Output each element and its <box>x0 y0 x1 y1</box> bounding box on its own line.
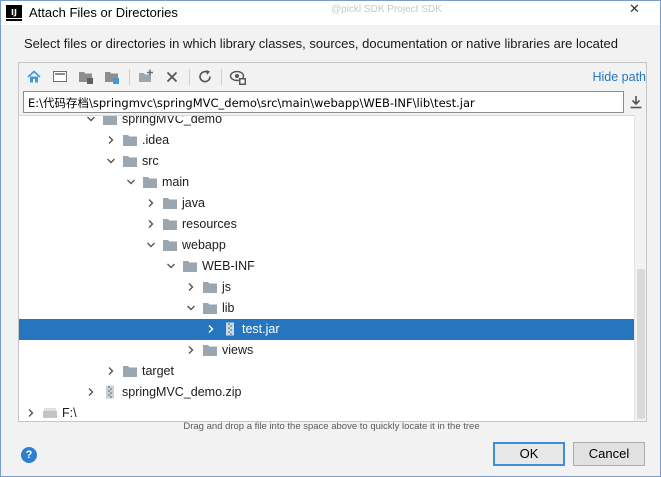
file-chooser-toolbar: Hide path <box>19 63 646 89</box>
tree-item-label: .idea <box>142 133 170 147</box>
folder-icon <box>163 219 177 230</box>
chevron-right-icon[interactable] <box>206 324 216 334</box>
folder-icon <box>123 156 137 167</box>
close-button[interactable]: ✕ <box>612 1 657 19</box>
chevron-down-icon[interactable] <box>186 303 196 313</box>
toolbar-separator <box>189 69 190 85</box>
chevron-right-icon[interactable] <box>106 366 116 376</box>
jar-archive-icon <box>226 322 234 336</box>
chevron-down-icon[interactable] <box>106 156 116 166</box>
toolbar-separator <box>221 69 222 85</box>
tree-item-label: js <box>222 280 232 294</box>
chevron-right-icon[interactable] <box>146 198 156 208</box>
chevron-down-icon[interactable] <box>86 115 96 124</box>
folder-icon <box>203 282 217 293</box>
drag-drop-hint: Drag and drop a file into the space abov… <box>183 421 480 432</box>
folder-icon <box>103 116 117 125</box>
path-input[interactable]: E:\代码存档\springmvc\springMVC_demo\src\mai… <box>23 91 624 113</box>
chevron-right-icon[interactable] <box>86 387 96 397</box>
help-button[interactable]: ? <box>21 447 37 463</box>
chevron-right-icon[interactable] <box>26 408 36 418</box>
chevron-right-icon[interactable] <box>186 345 196 355</box>
background-window-text: @pickl SDK Project SDK <box>331 4 442 15</box>
drive-icon <box>43 408 57 418</box>
ok-button[interactable]: OK <box>493 442 565 466</box>
folder-icon <box>163 240 177 251</box>
tree-row-views[interactable]: views <box>19 340 634 361</box>
chevron-down-icon[interactable] <box>126 177 136 187</box>
tree-row-main[interactable]: main <box>19 172 634 193</box>
scrollbar-thumb[interactable] <box>637 269 645 419</box>
tree-row-web-inf[interactable]: WEB-INF <box>19 256 634 277</box>
tree-item-label: src <box>142 154 159 168</box>
zip-archive-icon <box>106 385 114 399</box>
instruction-text: Select files or directories in which lib… <box>24 36 618 51</box>
tree-row-test-jar[interactable]: test.jar <box>19 319 634 340</box>
desktop-icon[interactable] <box>51 68 69 86</box>
tree-row-f[interactable]: F:\ <box>19 403 634 421</box>
folder-icon <box>123 135 137 146</box>
title-bar[interactable]: IJ Attach Files or Directories @pickl SD… <box>1 1 660 25</box>
tree-row-target[interactable]: target <box>19 361 634 382</box>
show-hidden-icon[interactable] <box>229 68 247 86</box>
tree-row-java[interactable]: java <box>19 193 634 214</box>
tree-item-label: views <box>222 343 254 357</box>
tree-item-label: lib <box>222 301 235 315</box>
tree-item-label: springMVC_demo <box>122 115 223 126</box>
tree-row-js[interactable]: js <box>19 277 634 298</box>
file-tree[interactable]: springMVC_demo .idea src main java resources w… <box>19 115 634 421</box>
tree-item-label: target <box>142 364 174 378</box>
module-folder-icon[interactable] <box>103 68 121 86</box>
tree-row-lib[interactable]: lib <box>19 298 634 319</box>
new-folder-icon[interactable] <box>137 68 155 86</box>
chevron-right-icon[interactable] <box>106 135 116 145</box>
tree-row-springmvc-demo[interactable]: springMVC_demo <box>19 115 634 130</box>
dialog-title: Attach Files or Directories <box>29 5 178 20</box>
folder-icon <box>183 261 197 272</box>
tree-item-label: resources <box>182 217 237 231</box>
folder-icon <box>143 177 157 188</box>
folder-icon <box>203 345 217 356</box>
folder-icon <box>123 366 137 377</box>
tree-item-label: webapp <box>182 238 226 252</box>
tree-item-label: java <box>182 196 205 210</box>
tree-row-resources[interactable]: resources <box>19 214 634 235</box>
path-row: E:\代码存档\springmvc\springMVC_demo\src\mai… <box>19 90 646 114</box>
chevron-right-icon[interactable] <box>186 282 196 292</box>
toolbar-separator <box>129 69 130 85</box>
tree-item-label: springMVC_demo.zip <box>122 385 242 399</box>
tree-item-label: F:\ <box>62 406 77 420</box>
intellij-app-icon: IJ <box>6 5 22 21</box>
tree-scrollbar[interactable] <box>634 115 646 421</box>
refresh-icon[interactable] <box>196 68 214 86</box>
delete-icon[interactable] <box>163 68 181 86</box>
attach-files-dialog: IJ Attach Files or Directories @pickl SD… <box>0 0 661 477</box>
tree-row-webapp[interactable]: webapp <box>19 235 634 256</box>
tree-row-idea[interactable]: .idea <box>19 130 634 151</box>
tree-item-label: main <box>162 175 190 189</box>
tree-row-springmvc-demo-zip[interactable]: springMVC_demo.zip <box>19 382 634 403</box>
chevron-down-icon[interactable] <box>146 240 156 250</box>
chevron-down-icon[interactable] <box>166 261 176 271</box>
download-icon[interactable] <box>628 94 644 110</box>
folder-icon <box>203 303 217 314</box>
cancel-button[interactable]: Cancel <box>573 442 645 466</box>
hide-path-link[interactable]: Hide path <box>592 70 646 84</box>
home-icon[interactable] <box>25 68 43 86</box>
tree-item-label: test.jar <box>242 322 280 336</box>
chevron-right-icon[interactable] <box>146 219 156 229</box>
tree-item-label: WEB-INF <box>202 259 255 273</box>
tree-row-src[interactable]: src <box>19 151 634 172</box>
file-chooser-panel: Hide path E:\代码存档\springmvc\springMVC_de… <box>18 62 647 422</box>
project-folder-icon[interactable] <box>77 68 95 86</box>
folder-icon <box>163 198 177 209</box>
